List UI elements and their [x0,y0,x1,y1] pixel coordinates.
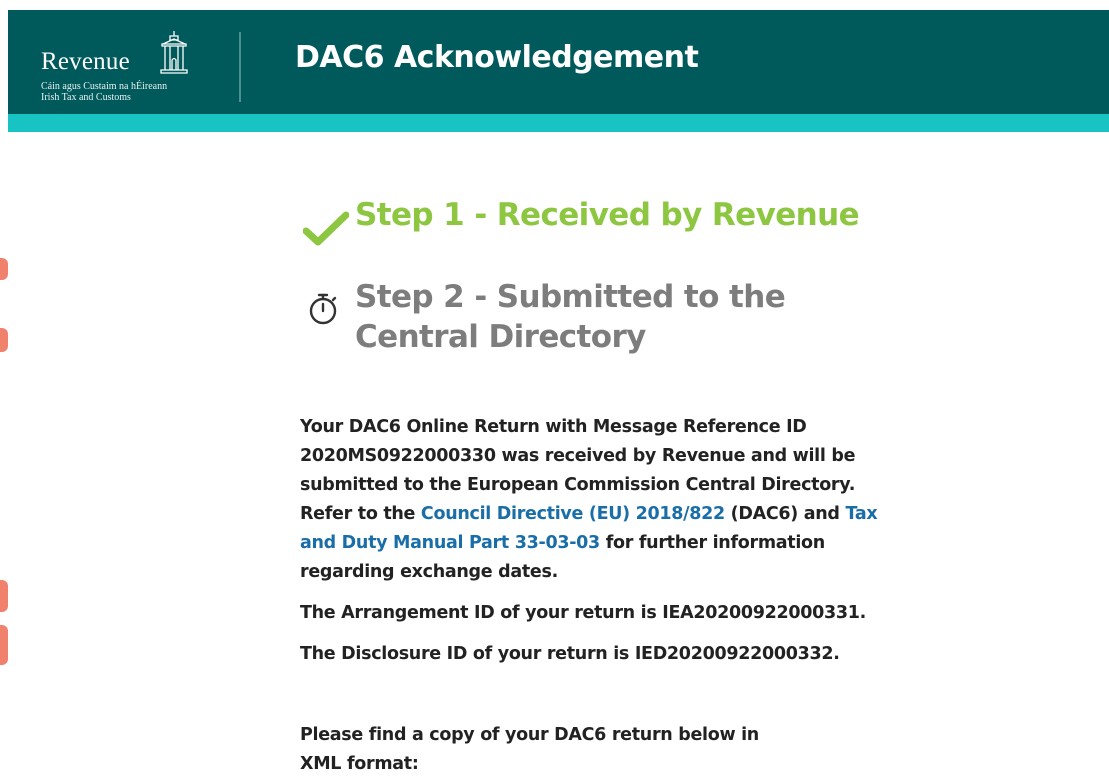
left-edge-decoration [0,328,8,352]
page-title: DAC6 Acknowledgement [295,40,699,75]
step-1-label: Step 1 - Received by Revenue [355,197,860,233]
checkmark-icon [303,211,349,246]
step-2-label: Step 2 - Submitted to the Central Direct… [355,279,786,355]
council-directive-link[interactable]: Council Directive (EU) 2018/822 [421,504,725,524]
revenue-logo[interactable]: Revenue Cáin agus Custaim na hÉireann Ir… [32,24,207,104]
stopwatch-icon [309,293,337,325]
acknowledgement-body: Your DAC6 Online Return with Message Ref… [300,413,910,783]
logo-wordmark: Revenue [41,48,130,75]
submission-info-paragraph: Your DAC6 Online Return with Message Ref… [300,413,910,587]
logo-subtitle-english: Irish Tax and Customs [41,92,131,103]
building-emblem-icon [160,31,188,74]
page: Revenue Cáin agus Custaim na hÉireann Ir… [0,0,1109,783]
left-edge-decoration [0,625,8,665]
header-divider [239,32,241,102]
arrangement-id-text: The Arrangement ID of your return is IEA… [300,603,866,623]
disclosure-id-text: The Disclosure ID of your return is IED2… [300,644,840,664]
info-text-part2: (DAC6) and [724,504,846,524]
xml-copy-text: Please find a copy of your DAC6 return b… [300,725,759,774]
header-accent-stripe [8,114,1109,132]
left-edge-decoration [0,258,8,280]
left-edge-decoration [0,580,8,612]
site-header: Revenue Cáin agus Custaim na hÉireann Ir… [8,10,1109,114]
logo-subtitle-irish: Cáin agus Custaim na hÉireann [41,81,168,92]
